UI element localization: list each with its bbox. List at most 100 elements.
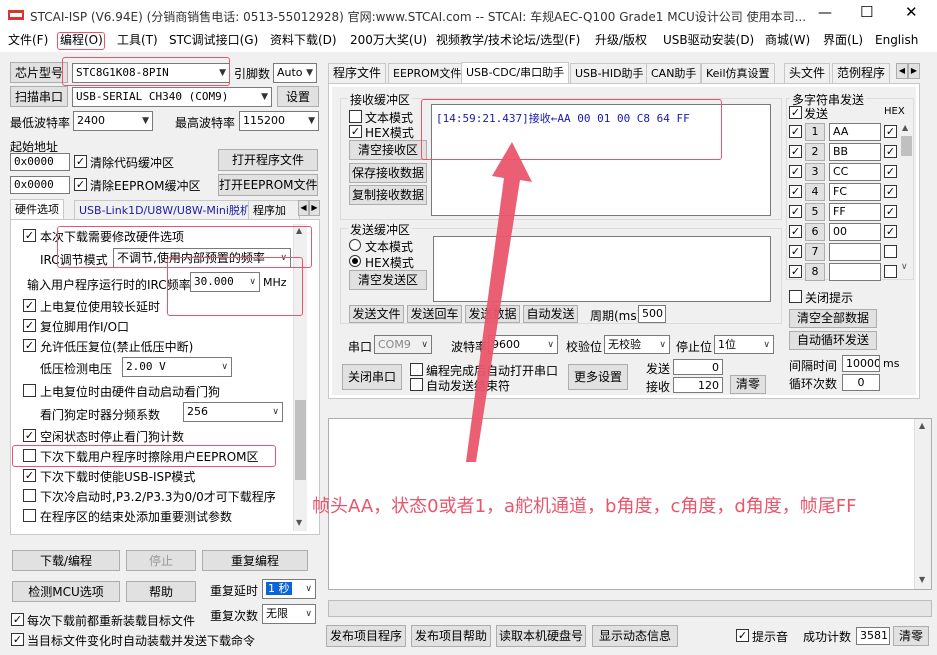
menu-english[interactable]: English <box>875 30 918 50</box>
multi-send-row-hex-checkbox[interactable]: ✓ <box>884 185 897 198</box>
interval-input[interactable]: 10000 <box>842 355 880 372</box>
close-icon[interactable]: ✕ <box>905 3 918 21</box>
tab-examples[interactable]: 范例程序 <box>832 63 891 83</box>
multi-send-all-checkbox[interactable]: ✓ <box>789 106 802 119</box>
multi-send-row-hex-checkbox[interactable]: ✓ <box>884 125 897 138</box>
tab-program-file[interactable]: 程序文件 <box>328 63 387 83</box>
scan-port-button[interactable]: 扫描串口 <box>10 86 68 107</box>
repeat-count-select[interactable]: 无限 ∨ <box>262 604 316 624</box>
multi-send-row-input[interactable]: AA <box>829 123 881 141</box>
multi-send-row-checkbox[interactable]: ✓ <box>789 125 802 138</box>
multi-send-row-button[interactable]: 8 <box>805 263 825 281</box>
multi-send-row-hex-checkbox[interactable]: ✓ <box>884 225 897 238</box>
multi-send-row-hex-checkbox[interactable]: ✓ <box>884 205 897 218</box>
multi-send-row-button[interactable]: 2 <box>805 143 825 161</box>
stop-button[interactable]: 停止 <box>126 550 196 571</box>
save-receive-button[interactable]: 保存接收数据 <box>349 163 427 183</box>
low-voltage-reset-checkbox[interactable]: ✓ <box>23 339 36 352</box>
multi-send-row-checkbox[interactable]: ✓ <box>789 245 802 258</box>
multi-send-row-button[interactable]: 5 <box>805 203 825 221</box>
reprogram-button[interactable]: 重复编程 <box>202 550 308 571</box>
tab-usb-link[interactable]: USB-Link1D/U8W/U8W-Mini脱机 <box>74 200 256 220</box>
max-baud-select[interactable]: 115200 ▼ <box>239 111 319 131</box>
clear-code-checkbox[interactable]: ✓ <box>74 155 87 168</box>
test-params-checkbox[interactable] <box>23 509 36 522</box>
multi-send-row-checkbox[interactable]: ✓ <box>789 185 802 198</box>
send-hex-mode-radio[interactable] <box>349 255 361 267</box>
tab-usb-hid[interactable]: USB-HID助手 <box>570 63 649 83</box>
copy-receive-button[interactable]: 复制接收数据 <box>349 185 427 205</box>
multi-send-row-input[interactable]: BB <box>829 143 881 161</box>
minimize-icon[interactable]: — <box>818 5 832 21</box>
tab-hardware-options[interactable]: 硬件选项 <box>10 199 64 221</box>
multi-send-row-button[interactable]: 7 <box>805 243 825 261</box>
port-select[interactable]: USB-SERIAL CH340 (COM9) ▼ <box>72 87 272 107</box>
menu-mall[interactable]: 商城(W) <box>765 30 810 50</box>
serial-port-select[interactable]: COM9 ∨ <box>374 335 432 354</box>
multi-send-row-button[interactable]: 6 <box>805 223 825 241</box>
repeat-delay-select[interactable]: 1 秒 ∨ <box>262 579 316 599</box>
loop-count-input[interactable]: 0 <box>842 374 880 391</box>
multi-send-row-input[interactable] <box>829 243 881 261</box>
hw-watchdog-checkbox[interactable] <box>23 384 36 397</box>
clear-all-data-button[interactable]: 清空全部数据 <box>789 309 877 328</box>
multi-send-row-hex-checkbox[interactable]: ✓ <box>884 165 897 178</box>
tab-keil-sim[interactable]: Keil仿真设置 <box>701 63 775 83</box>
multi-send-row-button[interactable]: 3 <box>805 163 825 181</box>
open-program-button[interactable]: 打开程序文件 <box>218 149 318 171</box>
menu-prize[interactable]: 200万大奖(U) <box>350 30 427 50</box>
download-program-button[interactable]: 下载/编程 <box>12 550 120 571</box>
right-tab-right-icon[interactable]: ▶ <box>908 63 920 79</box>
wd-prescaler-select[interactable]: 256 ∨ <box>183 402 283 422</box>
read-disk-button[interactable]: 读取本机硬盘号 <box>496 625 586 647</box>
usb-isp-checkbox[interactable]: ✓ <box>23 469 36 482</box>
multi-send-row-hex-checkbox[interactable] <box>884 265 897 278</box>
lv-detect-select[interactable]: 2.00 V ∨ <box>122 357 232 377</box>
long-reset-delay-checkbox[interactable]: ✓ <box>23 299 36 312</box>
auto-open-port-checkbox[interactable] <box>410 363 423 376</box>
parity-select[interactable]: 无校验 ∨ <box>604 335 670 354</box>
menu-usb-driver[interactable]: USB驱动安装(D) <box>663 30 754 50</box>
clear-receive-button[interactable]: 清空接收区 <box>349 140 427 160</box>
auto-terminator-checkbox[interactable] <box>410 378 423 391</box>
eeprom-start-address[interactable]: 0x0000 <box>10 176 70 194</box>
menu-file[interactable]: 文件(F) <box>8 30 48 50</box>
multi-send-row-input[interactable] <box>829 263 881 281</box>
send-text-mode-radio[interactable] <box>349 239 361 251</box>
beep-checkbox[interactable]: ✓ <box>736 629 749 642</box>
open-eeprom-button[interactable]: 打开EEPROM文件 <box>218 174 318 196</box>
modify-hardware-checkbox[interactable]: ✓ <box>23 229 36 242</box>
auto-loop-send-button[interactable]: 自动循环发送 <box>789 331 877 350</box>
recv-hex-mode-checkbox[interactable]: ✓ <box>349 125 362 138</box>
multi-send-scrollbar[interactable]: ▲ ∨ <box>900 122 913 278</box>
tab-scroll-left-icon[interactable]: ◀ <box>298 200 309 216</box>
menu-upgrade[interactable]: 升级/版权 <box>595 30 647 50</box>
multi-send-row-input[interactable]: FF <box>829 203 881 221</box>
period-input[interactable]: 500 <box>638 305 666 323</box>
publish-program-button[interactable]: 发布项目程序 <box>326 625 406 647</box>
reset-pin-io-checkbox[interactable]: ✓ <box>23 319 36 332</box>
close-tip-checkbox[interactable] <box>789 290 802 303</box>
tab-usb-cdc-serial[interactable]: USB-CDC/串口助手 <box>461 62 570 84</box>
multi-send-row-input[interactable]: FC <box>829 183 881 201</box>
show-dynamic-info-button[interactable]: 显示动态信息 <box>592 625 678 647</box>
multi-send-row-checkbox[interactable]: ✓ <box>789 265 802 278</box>
pin-count-select[interactable]: Auto ▼ <box>273 63 317 83</box>
tab-header-file[interactable]: 头文件 <box>784 63 831 83</box>
clear-count-button[interactable]: 清零 <box>730 375 766 394</box>
maximize-icon[interactable]: ☐ <box>860 3 873 21</box>
right-tab-left-icon[interactable]: ◀ <box>896 63 908 79</box>
idle-stop-watchdog-checkbox[interactable]: ✓ <box>23 429 36 442</box>
tab-program-add[interactable]: 程序加 <box>248 200 300 220</box>
recv-text-mode-checkbox[interactable] <box>349 110 362 123</box>
check-mcu-button[interactable]: 检测MCU选项 <box>12 581 120 602</box>
multi-send-row-input[interactable]: CC <box>829 163 881 181</box>
auto-send-on-change-checkbox[interactable]: ✓ <box>11 633 24 646</box>
send-file-button[interactable]: 发送文件 <box>349 305 404 323</box>
publish-help-button[interactable]: 发布项目帮助 <box>411 625 491 647</box>
tab-can[interactable]: CAN助手 <box>646 63 702 83</box>
settings-button[interactable]: 设置 <box>277 86 319 107</box>
cold-boot-checkbox[interactable] <box>23 489 36 502</box>
multi-send-row-checkbox[interactable]: ✓ <box>789 145 802 158</box>
clear-eeprom-checkbox[interactable]: ✓ <box>74 178 87 191</box>
